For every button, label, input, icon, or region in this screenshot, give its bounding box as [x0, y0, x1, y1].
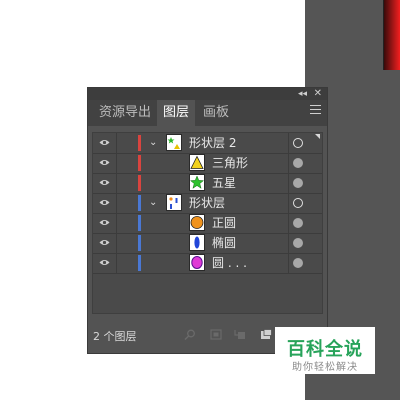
- watermark-logo: 百科全说 助你轻松解决: [275, 327, 375, 374]
- new-sublayer-icon[interactable]: [234, 329, 246, 340]
- watermark-subtitle: 助你轻松解决: [292, 362, 358, 373]
- column-divider: [288, 233, 289, 253]
- target-circle-icon[interactable]: [293, 238, 303, 248]
- column-divider: [116, 253, 117, 273]
- layer-row[interactable]: ⌄ 形状层 2: [93, 133, 322, 154]
- layer-name[interactable]: 正圆: [212, 213, 236, 233]
- target-circle-icon[interactable]: [293, 218, 303, 228]
- canvas-color-swatch: [383, 0, 400, 70]
- visibility-eye-icon[interactable]: [99, 199, 110, 206]
- make-clipping-mask-icon[interactable]: [210, 329, 222, 340]
- layer-color-bar: [138, 255, 141, 271]
- column-divider: [116, 153, 117, 173]
- layer-row[interactable]: 三角形: [93, 153, 322, 174]
- visibility-eye-icon[interactable]: [99, 179, 110, 186]
- close-panel-icon[interactable]: ✕: [314, 88, 322, 100]
- layers-panel: ◂◂ ✕ 资源导出 图层 画板 ⌄ 形状层 2 三角形 五星 ⌄ 形状层 正圆 …: [87, 87, 328, 354]
- tab-artboards[interactable]: 画板: [196, 100, 236, 126]
- column-divider: [288, 133, 289, 153]
- new-layer-icon[interactable]: [260, 329, 272, 340]
- layer-color-bar: [138, 215, 141, 231]
- layer-color-bar: [138, 235, 141, 251]
- panel-tab-bar: 资源导出 图层 画板: [88, 100, 327, 126]
- layer-thumbnail: [166, 134, 182, 151]
- column-divider: [116, 213, 117, 233]
- target-circle-icon[interactable]: [293, 138, 303, 148]
- tab-layers[interactable]: 图层: [157, 100, 195, 126]
- column-divider: [116, 193, 117, 213]
- visibility-eye-icon[interactable]: [99, 159, 110, 166]
- panel-title-bar[interactable]: [88, 88, 327, 100]
- layer-row[interactable]: 圆 . . .: [93, 253, 322, 274]
- chevron-down-icon[interactable]: ⌄: [149, 136, 157, 150]
- layer-row[interactable]: 椭圆: [93, 233, 322, 254]
- target-circle-icon[interactable]: [293, 258, 303, 268]
- layer-color-bar: [138, 155, 141, 171]
- column-divider: [116, 173, 117, 193]
- visibility-eye-icon[interactable]: [99, 239, 110, 246]
- column-divider: [288, 253, 289, 273]
- layer-row[interactable]: ⌄ 形状层: [93, 193, 322, 214]
- group-thumbnail-icon: [167, 137, 180, 149]
- orange-circle-icon: [190, 216, 204, 229]
- target-circle-icon[interactable]: [293, 178, 303, 188]
- column-divider: [288, 193, 289, 213]
- visibility-eye-icon[interactable]: [99, 139, 110, 146]
- layer-thumbnail: [189, 214, 205, 231]
- layer-color-bar: [138, 135, 141, 151]
- selection-corner-icon: [315, 134, 320, 139]
- pink-circle-icon: [191, 256, 203, 269]
- search-icon[interactable]: [184, 329, 196, 340]
- tab-asset-export[interactable]: 资源导出: [94, 100, 156, 126]
- layer-thumbnail: [166, 194, 182, 211]
- collapse-panel-icon[interactable]: ◂◂: [298, 88, 307, 100]
- chevron-down-icon[interactable]: ⌄: [149, 196, 157, 210]
- layer-name[interactable]: 五星: [212, 173, 236, 193]
- column-divider: [288, 173, 289, 193]
- visibility-eye-icon[interactable]: [99, 219, 110, 226]
- blue-ellipse-icon: [194, 236, 200, 249]
- layer-thumbnail: [189, 174, 205, 191]
- layer-thumbnail: [189, 254, 205, 271]
- layer-thumbnail: [189, 234, 205, 251]
- layer-color-bar: [138, 195, 141, 211]
- layer-name[interactable]: 圆 . . .: [212, 253, 247, 273]
- panel-menu-icon[interactable]: [310, 105, 321, 117]
- layer-name[interactable]: 形状层: [189, 193, 225, 213]
- layer-name[interactable]: 椭圆: [212, 233, 236, 253]
- target-circle-icon[interactable]: [293, 158, 303, 168]
- layer-name[interactable]: 形状层 2: [189, 133, 236, 153]
- column-divider: [288, 153, 289, 173]
- column-divider: [116, 233, 117, 253]
- star-icon: [189, 175, 205, 189]
- layer-color-bar: [138, 175, 141, 191]
- column-divider: [116, 133, 117, 153]
- layer-thumbnail: [189, 154, 205, 171]
- layer-count-label: 2 个图层: [93, 330, 137, 343]
- target-circle-icon[interactable]: [293, 198, 303, 208]
- column-divider: [288, 213, 289, 233]
- visibility-eye-icon[interactable]: [99, 259, 110, 266]
- layer-row[interactable]: 正圆: [93, 213, 322, 234]
- layer-name[interactable]: 三角形: [212, 153, 248, 173]
- layer-row[interactable]: 五星: [93, 173, 322, 194]
- triangle-icon: [190, 155, 204, 169]
- group-thumbnail-icon: [169, 197, 178, 209]
- layers-list: ⌄ 形状层 2 三角形 五星 ⌄ 形状层 正圆 椭圆 圆 . . .: [92, 132, 323, 314]
